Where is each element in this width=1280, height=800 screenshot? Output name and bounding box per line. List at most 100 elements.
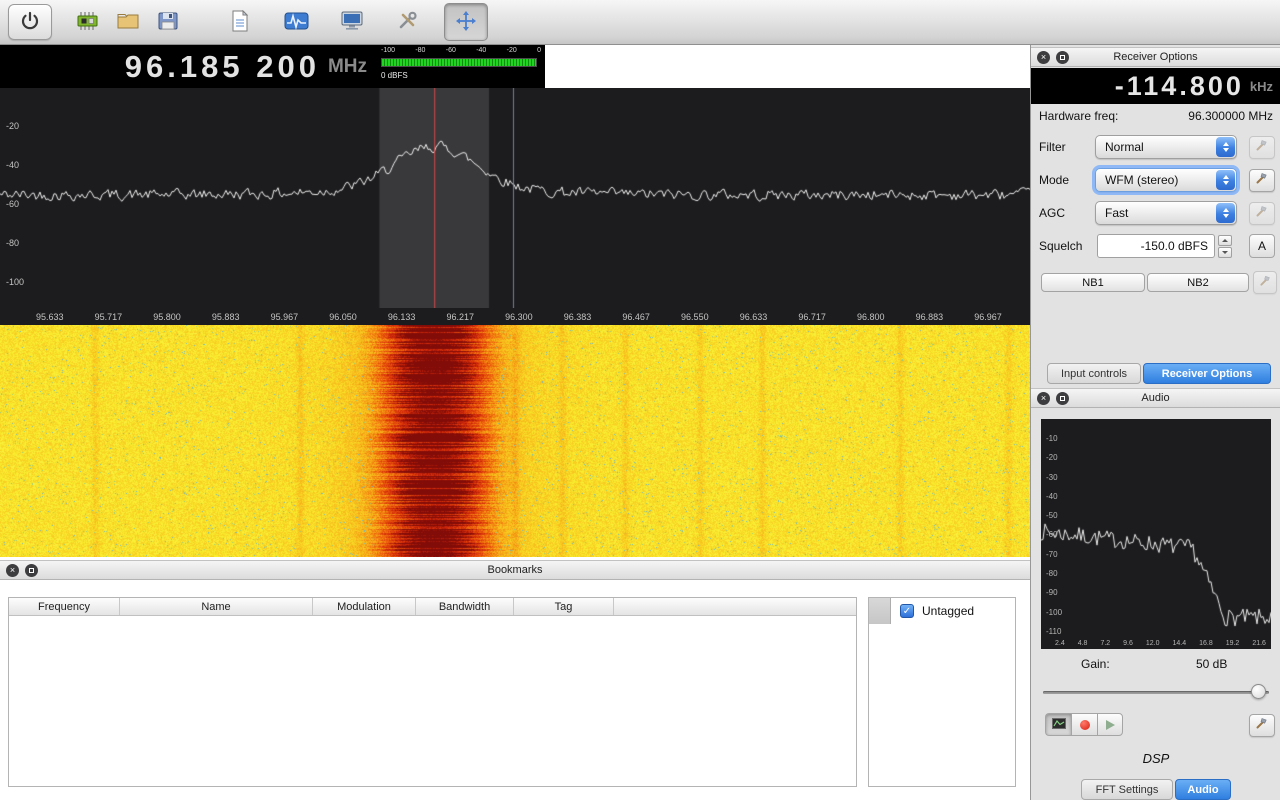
tick-label: 96.883	[916, 312, 944, 322]
offset-unit: kHz	[1250, 79, 1273, 94]
column-header[interactable]: Frequency	[9, 598, 120, 615]
nb2-button[interactable]: NB2	[1147, 273, 1249, 292]
iq-file-icon	[231, 10, 249, 35]
mini-scope-icon	[1052, 716, 1066, 734]
open-file-button[interactable]	[108, 3, 148, 41]
audio-fft-toggle-button[interactable]	[1045, 713, 1071, 736]
panel-title: Bookmarks	[0, 564, 1030, 576]
tick-label: -80	[6, 238, 36, 248]
power-icon	[20, 11, 40, 34]
agc-config-button	[1249, 202, 1275, 225]
tag-label: Untagged	[922, 604, 974, 618]
hammer-icon	[1255, 171, 1269, 190]
dsp-label: DSP	[1031, 751, 1280, 766]
meter-scale: -100-80-60-40-200	[381, 47, 541, 54]
detach-icon[interactable]	[1056, 392, 1069, 405]
nb1-button[interactable]: NB1	[1041, 273, 1145, 292]
tab-receiver-options[interactable]: Receiver Options	[1143, 363, 1271, 384]
io-devices-icon	[75, 10, 101, 35]
tick-label: -50	[1046, 512, 1062, 520]
close-icon[interactable]: ×	[1037, 392, 1050, 405]
gain-value: 50 dB	[1196, 657, 1227, 671]
bookmarks-header: × Bookmarks	[0, 560, 1030, 580]
iq-recorder-button[interactable]	[220, 3, 260, 41]
frequency-unit: MHz	[328, 56, 367, 78]
tick-label: -80	[1046, 570, 1062, 578]
audio-play-button[interactable]	[1097, 713, 1123, 736]
audio-config-button[interactable]	[1249, 714, 1275, 737]
tick-label: 96.133	[388, 312, 416, 322]
io-devices-button[interactable]	[68, 3, 108, 41]
slider-groove[interactable]	[1043, 691, 1269, 694]
frequency-digits[interactable]: 96.185 200	[125, 49, 320, 85]
noise-blanker-row: NB1 NB2	[1031, 270, 1280, 296]
detach-icon[interactable]	[25, 564, 38, 577]
filter-config-button	[1249, 136, 1275, 159]
tick-label: 96.717	[798, 312, 826, 322]
gain-slider[interactable]	[1043, 683, 1269, 701]
fullscreen-button[interactable]	[332, 3, 372, 41]
offset-frequency-display[interactable]: -114.800 kHz	[1031, 68, 1280, 104]
tick-label: -40	[6, 160, 36, 170]
save-icon	[157, 11, 179, 34]
tick-label: -90	[1046, 589, 1062, 597]
power-button[interactable]	[8, 4, 52, 40]
audio-spectrum-plot[interactable]: -10-20-30-40-50-60-70-80-90-100-110 2.44…	[1041, 419, 1271, 649]
bookmarks-table-header: FrequencyNameModulationBandwidthTag	[9, 598, 856, 616]
bookmarks-table: FrequencyNameModulationBandwidthTag	[8, 597, 857, 787]
squelch-row: Squelch -150.0 dBFS A	[1031, 234, 1280, 260]
pan-arrows-icon	[455, 10, 477, 35]
mode-config-button[interactable]	[1249, 169, 1275, 192]
column-header[interactable]: Modulation	[313, 598, 416, 615]
chevron-up-down-icon	[1216, 170, 1235, 190]
tab-fft-settings[interactable]: FFT Settings	[1081, 779, 1173, 800]
meter-bar	[381, 58, 537, 67]
close-icon[interactable]: ×	[6, 564, 19, 577]
tick-label: 95.633	[36, 312, 64, 322]
column-header[interactable]: Name	[120, 598, 313, 615]
tick-label: 16.8	[1199, 640, 1213, 647]
audio-spectrum-canvas[interactable]	[1041, 419, 1271, 649]
save-file-button[interactable]	[148, 3, 188, 41]
spin-down-button[interactable]	[1218, 247, 1232, 258]
audio-record-button[interactable]	[1071, 713, 1097, 736]
hammer-icon	[1259, 274, 1272, 292]
filter-value: Normal	[1105, 140, 1144, 154]
offset-digits[interactable]: -114.800	[1115, 71, 1244, 102]
agc-value: Fast	[1105, 206, 1128, 220]
slider-knob[interactable]	[1251, 684, 1266, 699]
waterfall[interactable]	[0, 325, 1030, 557]
bottom-tabbar: FFT Settings Audio	[1081, 778, 1233, 800]
dsp-toggle-button[interactable]	[276, 3, 316, 41]
audio-x-axis: 2.44.87.29.612.014.416.819.221.6	[1055, 640, 1266, 647]
agc-select[interactable]: Fast	[1095, 201, 1237, 225]
tick-label: 21.6	[1252, 640, 1266, 647]
tag-checkbox[interactable]: ✓	[900, 604, 914, 618]
filter-select[interactable]: Normal	[1095, 135, 1237, 159]
pan-zoom-button[interactable]	[444, 3, 488, 41]
tag-row[interactable]: ✓ Untagged	[869, 598, 1015, 624]
tick-label: 2.4	[1055, 640, 1065, 647]
tag-list: ✓ Untagged	[868, 597, 1016, 787]
spin-up-button[interactable]	[1218, 235, 1232, 246]
squelch-input[interactable]: -150.0 dBFS	[1097, 234, 1215, 258]
tick-label: -60	[446, 47, 456, 54]
close-icon[interactable]: ×	[1037, 51, 1050, 64]
frequency-display[interactable]: 96.185 200 MHz	[0, 45, 377, 88]
open-folder-icon	[116, 11, 140, 34]
monitor-icon	[340, 10, 364, 34]
spectrum-x-axis: 95.63395.71795.80095.88395.96796.05096.1…	[36, 312, 1002, 322]
spectrum-canvas[interactable]	[0, 88, 1030, 308]
mode-select[interactable]: WFM (stereo)	[1095, 168, 1237, 192]
auto-squelch-button[interactable]: A	[1249, 234, 1275, 258]
tick-label: 9.6	[1123, 640, 1133, 647]
column-header[interactable]: Bandwidth	[416, 598, 514, 615]
detach-icon[interactable]	[1056, 51, 1069, 64]
tab-input-controls[interactable]: Input controls	[1047, 363, 1141, 384]
right-sidebar: × Receiver Options -114.800 kHz Hardware…	[1030, 45, 1280, 800]
settings-button[interactable]	[388, 3, 428, 41]
spectrum-plot[interactable]: -20-40-60-80-100 95.63395.71795.80095.88…	[0, 88, 1030, 325]
column-header[interactable]: Tag	[514, 598, 614, 615]
tab-audio[interactable]: Audio	[1175, 779, 1231, 800]
tick-label: 96.300	[505, 312, 533, 322]
